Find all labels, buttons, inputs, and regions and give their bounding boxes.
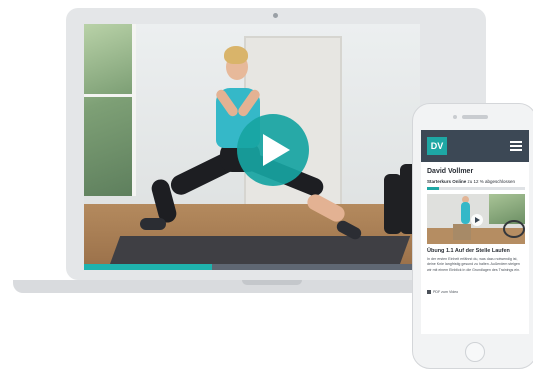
app-logo[interactable]: DV (427, 137, 447, 155)
trainer-name: David Vollmer (427, 168, 474, 175)
lesson-video-thumbnail[interactable] (427, 194, 525, 244)
lesson-title: Übung 1.1 Auf der Stelle Laufen (427, 248, 510, 254)
video-progress-fill (84, 264, 212, 270)
exercise-bike (503, 220, 525, 238)
video-player[interactable] (84, 24, 420, 270)
video-progress-bar[interactable] (84, 264, 420, 270)
course-progress-text: zu 12 % abgeschlossen (467, 179, 516, 184)
app-header: DV (421, 130, 529, 162)
lesson-description: In der ersten Einheit erfährst du, was d… (427, 257, 521, 272)
document-icon (427, 290, 431, 295)
phone-screen: DV David Vollmer Starterkurs Online zu 1… (421, 130, 529, 334)
play-icon (475, 217, 480, 223)
pdf-link[interactable]: PDF zum Video (427, 290, 459, 295)
laptop-screen (84, 24, 420, 270)
course-title: Starterkurs Online (427, 179, 467, 184)
course-progress-fill (427, 187, 439, 190)
laptop-notch (242, 280, 302, 285)
course-progress-bar (427, 187, 525, 190)
play-icon (262, 134, 290, 166)
front-camera (453, 115, 457, 119)
shoe (140, 218, 166, 230)
earpiece (462, 115, 488, 119)
pdf-link-label: PDF zum Video (433, 290, 459, 294)
webcam (273, 13, 278, 18)
course-status: Starterkurs Online zu 12 % abgeschlossen (427, 179, 515, 184)
hamburger-menu-icon[interactable] (510, 141, 522, 151)
play-button[interactable] (237, 114, 309, 186)
smartphone: DV David Vollmer Starterkurs Online zu 1… (412, 103, 533, 369)
shoe (334, 218, 364, 242)
home-button[interactable] (465, 342, 485, 362)
